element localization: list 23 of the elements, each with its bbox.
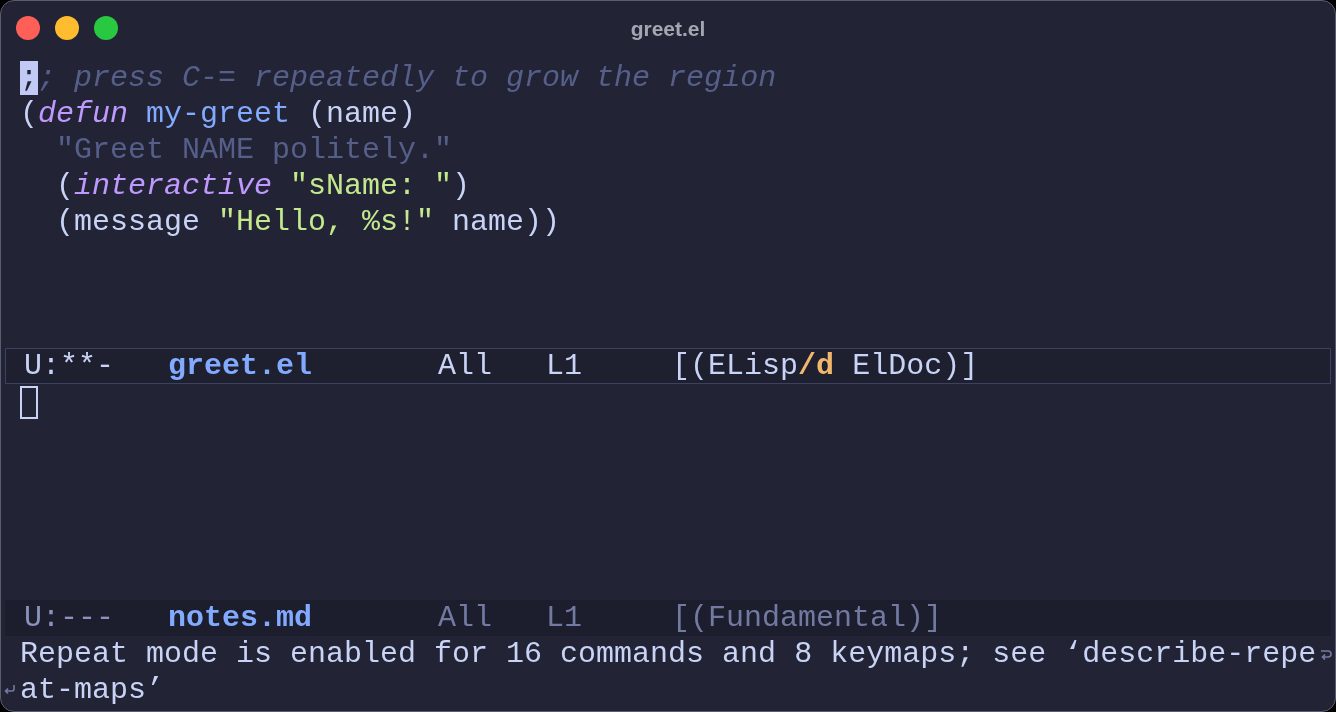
buffer-name: notes.md — [168, 601, 313, 635]
code-line: (message "Hello, %s!" name)) — [56, 204, 561, 240]
line-wrap-icon — [1320, 648, 1332, 660]
mode-list: [(Fundamental)] — [672, 601, 943, 635]
window-title: greet.el — [630, 17, 706, 39]
buffer-position: All — [438, 601, 493, 635]
wrap-continuation-icon — [3, 684, 15, 696]
maximize-button[interactable] — [94, 16, 118, 40]
line-number: L1 — [546, 601, 583, 635]
code-line: "Greet NAME politely." — [56, 132, 453, 168]
mode-line-status: U:**- — [24, 349, 114, 383]
code-line: (defun my-greet (name) — [20, 96, 417, 132]
minimize-button[interactable] — [55, 16, 79, 40]
mode-line-status: U:--- — [24, 601, 114, 635]
echo-message: Repeat mode is enabled for 16 commands and 8 keymaps; see ‘describe-repe — [20, 636, 1317, 672]
code-line: ;; press C-= repeatedly to grow the region — [20, 60, 777, 96]
buffer-position: All — [438, 349, 493, 383]
line-number: L1 — [546, 349, 583, 383]
echo-message: at-maps’ — [20, 672, 165, 708]
code-line: (interactive "sName: ") — [56, 168, 471, 204]
mode-list: [(ELisp/d ElDoc)] — [672, 349, 979, 383]
buffer-name: greet.el — [168, 349, 313, 383]
close-button[interactable] — [16, 16, 40, 40]
